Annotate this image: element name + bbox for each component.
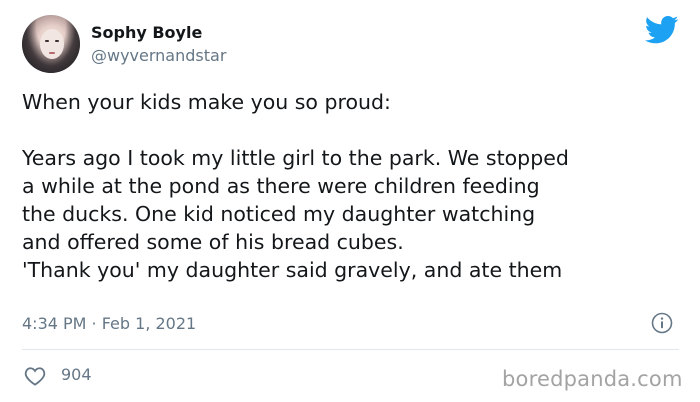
heart-icon[interactable] [24, 366, 46, 386]
avatar-eye-left [45, 40, 49, 42]
avatar-mouth [49, 52, 55, 54]
tweet-line: and offered some of his bread cubes. [22, 230, 404, 254]
tweet-line: a while at the pond as there were childr… [22, 174, 540, 198]
like-count[interactable]: 904 [61, 364, 92, 386]
tweet-line: When your kids make you so proud: [22, 90, 391, 114]
twitter-bird-icon[interactable] [645, 16, 679, 44]
tweet-line: the ducks. One kid noticed my daughter w… [22, 202, 536, 226]
tweet-line: 'Thank you' my daughter said gravely, an… [22, 258, 563, 282]
tweet-timestamp[interactable]: 4:34 PM · Feb 1, 2021 [22, 313, 196, 335]
author-display-name[interactable]: Sophy Boyle [91, 23, 202, 43]
watermark: boredpanda.com [502, 367, 683, 391]
tweet-text: When your kids make you so proud: Years … [22, 88, 687, 284]
avatar[interactable] [22, 15, 80, 73]
tweet-line: Years ago I took my little girl to the p… [22, 146, 569, 170]
avatar-face [40, 29, 64, 59]
tweet-card: Sophy Boyle @wyvernandstar When your kid… [0, 0, 700, 402]
divider [22, 349, 679, 350]
avatar-eye-right [55, 40, 59, 42]
info-icon[interactable] [651, 312, 673, 334]
author-handle[interactable]: @wyvernandstar [91, 46, 226, 66]
